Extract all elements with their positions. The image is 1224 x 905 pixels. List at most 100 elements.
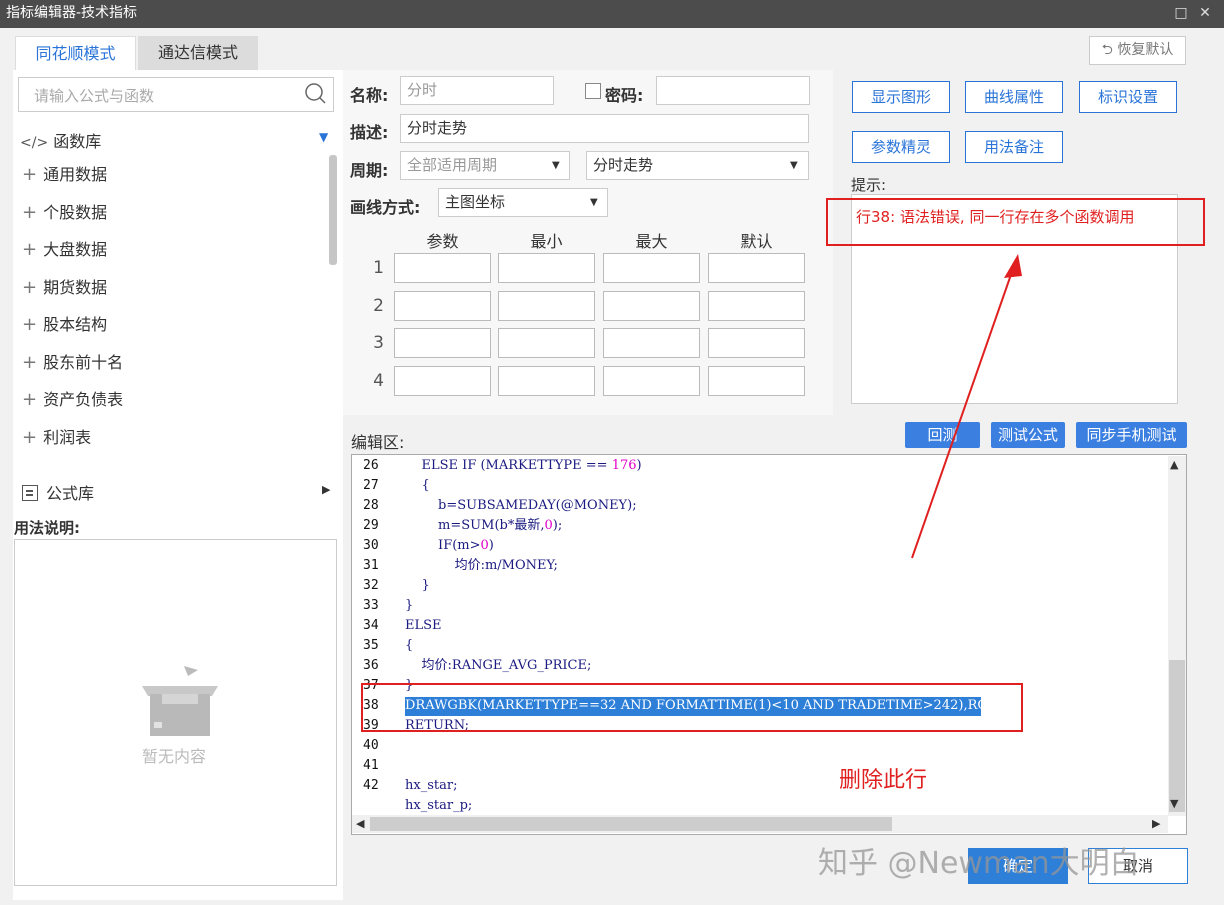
tree-item[interactable]: + 个股数据 — [22, 202, 107, 224]
editor-vertical-scroll-thumb[interactable] — [1169, 660, 1185, 812]
code-line[interactable]: ELSE IF (MARKETTYPE == 176) — [405, 456, 642, 476]
plus-icon: + — [22, 164, 38, 185]
password-checkbox[interactable] — [585, 83, 601, 99]
tab-tonghuashun-mode[interactable]: 同花顺模式 — [15, 36, 136, 70]
line-number: 28 — [363, 498, 379, 513]
restore-default-label: 恢复默认 — [1117, 42, 1174, 58]
param-min-input[interactable] — [498, 291, 595, 321]
line-number: 35 — [363, 638, 379, 653]
param-min-input[interactable] — [498, 253, 595, 283]
function-library-label: 函数库 — [53, 132, 102, 151]
name-label: 名称: — [350, 86, 389, 105]
scroll-right-icon[interactable]: ▶ — [1152, 817, 1160, 830]
tree-item[interactable]: + 资产负债表 — [22, 389, 123, 411]
editor-label: 编辑区: — [351, 433, 405, 452]
code-line[interactable]: } — [405, 596, 413, 616]
line-number: 30 — [363, 538, 379, 553]
tree-item[interactable]: + 大盘数据 — [22, 239, 107, 261]
tree-item-label: 股东前十名 — [43, 353, 124, 372]
tree-item[interactable]: + 股本结构 — [22, 314, 107, 336]
list-icon — [22, 485, 38, 501]
tree-item-label: 期货数据 — [43, 278, 108, 297]
code-line[interactable]: 均价:RANGE_AVG_PRICE; — [405, 656, 592, 676]
param-name-input[interactable] — [394, 253, 491, 283]
password-field[interactable] — [656, 76, 810, 105]
close-button[interactable]: ✕ — [1196, 4, 1214, 22]
empty-text: 暂无内容 — [142, 747, 207, 766]
code-line[interactable]: m=SUM(b*最新,0); — [405, 516, 562, 536]
code-line[interactable]: IF(m>0) — [405, 536, 494, 556]
param-header: 参数 — [426, 232, 459, 251]
chevron-down-icon[interactable]: ▼ — [590, 197, 598, 208]
scroll-down-icon[interactable]: ▼ — [1170, 797, 1178, 810]
param-default-input[interactable] — [708, 253, 805, 283]
editor-horizontal-scroll-thumb[interactable] — [370, 817, 892, 831]
min-header: 最小 — [530, 232, 563, 251]
desc-label: 描述: — [350, 123, 389, 142]
param-default-input[interactable] — [708, 366, 805, 396]
scroll-up-icon[interactable]: ▲ — [1170, 458, 1178, 471]
param-min-input[interactable] — [498, 328, 595, 358]
code-line[interactable]: hx_star_p; — [405, 796, 472, 816]
plus-icon: + — [22, 427, 38, 448]
left-scrollbar[interactable] — [329, 155, 337, 265]
show-graph-button[interactable]: 显示图形 — [852, 81, 950, 113]
code-line[interactable]: b=SUBSAMEDAY(@MONEY); — [405, 496, 637, 516]
code-line[interactable]: { — [405, 476, 430, 496]
param-row-number: 4 — [373, 371, 384, 391]
code-line[interactable]: } — [405, 576, 430, 596]
window-title: 指标编辑器-技术指标 — [6, 5, 138, 21]
code-line[interactable]: hx_star; — [405, 776, 457, 796]
param-max-input[interactable] — [603, 366, 700, 396]
tree-item-label: 通用数据 — [43, 165, 108, 184]
param-name-input[interactable] — [394, 366, 491, 396]
draw-mode-select[interactable]: 主图坐标 — [438, 188, 608, 217]
param-max-input[interactable] — [603, 291, 700, 321]
usage-notes-button[interactable]: 用法备注 — [965, 131, 1063, 163]
period-select[interactable]: 全部适用周期 — [400, 151, 570, 180]
window-titlebar: 指标编辑器-技术指标 — [0, 0, 1224, 28]
desc-field[interactable]: 分时走势 — [400, 114, 809, 143]
param-min-input[interactable] — [498, 366, 595, 396]
period2-select[interactable]: 分时走势 — [586, 151, 809, 180]
dropdown-arrow-icon[interactable]: ▼ — [319, 130, 328, 144]
sync-mobile-test-button[interactable]: 同步手机测试 — [1076, 422, 1187, 448]
undo-icon: ⮌ — [1101, 42, 1118, 58]
line-number: 27 — [363, 478, 379, 493]
param-name-input[interactable] — [394, 291, 491, 321]
tree-item[interactable]: + 股东前十名 — [22, 352, 123, 374]
minimize-button[interactable]: □ — [1172, 4, 1190, 22]
param-max-input[interactable] — [603, 253, 700, 283]
param-default-input[interactable] — [708, 291, 805, 321]
curve-properties-button[interactable]: 曲线属性 — [965, 81, 1063, 113]
function-library-header[interactable]: </> 函数库 — [20, 128, 101, 152]
code-line[interactable]: ELSE — [405, 616, 442, 636]
chevron-down-icon[interactable]: ▼ — [552, 160, 560, 171]
tree-item[interactable]: + 利润表 — [22, 427, 91, 449]
tree-item[interactable]: + 通用数据 — [22, 164, 107, 186]
chevron-down-icon[interactable]: ▼ — [790, 160, 798, 171]
code-line[interactable]: { — [405, 636, 413, 656]
param-row-number: 3 — [373, 333, 384, 353]
period-select-value: 全部适用周期 — [407, 156, 498, 174]
formula-library-label: 公式库 — [46, 484, 95, 503]
tab-tongdaxin-mode[interactable]: 通达信模式 — [138, 36, 258, 70]
formula-library-header[interactable]: 公式库 — [22, 480, 94, 504]
restore-default-button[interactable]: ⮌ 恢复默认 — [1089, 36, 1186, 65]
param-wizard-button[interactable]: 参数精灵 — [852, 131, 950, 163]
param-name-input[interactable] — [394, 328, 491, 358]
plus-icon: + — [22, 389, 38, 410]
scroll-left-icon[interactable]: ◀ — [356, 817, 364, 830]
param-max-input[interactable] — [603, 328, 700, 358]
param-default-input[interactable] — [708, 328, 805, 358]
name-field[interactable]: 分时 — [400, 76, 554, 105]
line-number: 42 — [363, 778, 379, 793]
search-icon[interactable] — [304, 82, 326, 104]
expand-arrow-icon[interactable]: ▶ — [322, 483, 330, 496]
mark-settings-button[interactable]: 标识设置 — [1079, 81, 1177, 113]
line-number: 33 — [363, 598, 379, 613]
empty-box-icon — [142, 666, 218, 736]
code-line[interactable]: 均价:m/MONEY; — [405, 556, 558, 576]
hint-label: 提示: — [851, 176, 887, 194]
tree-item[interactable]: + 期货数据 — [22, 277, 107, 299]
